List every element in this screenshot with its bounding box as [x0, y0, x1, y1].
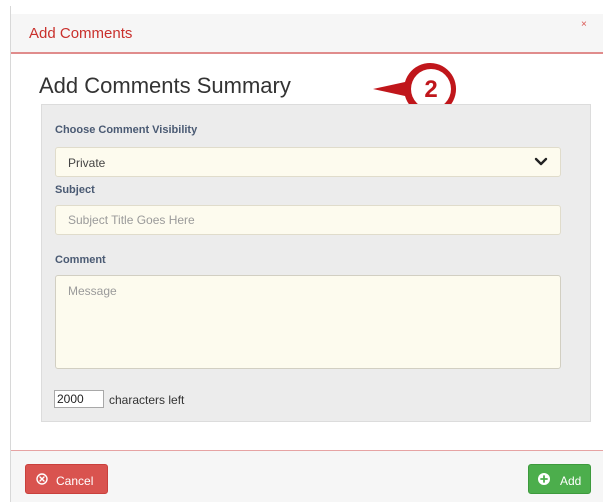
- close-icon[interactable]: ×: [581, 19, 587, 30]
- cancel-button-label: Cancel: [56, 474, 94, 488]
- add-button[interactable]: Add: [528, 464, 591, 494]
- characters-left-count: [54, 390, 104, 408]
- cancel-circle-icon: [36, 473, 48, 485]
- visibility-select[interactable]: Private: [55, 147, 561, 177]
- cancel-button[interactable]: Cancel: [25, 464, 108, 494]
- page-title: Add Comments Summary: [39, 73, 291, 98]
- step-number: 2: [424, 76, 437, 103]
- subject-label: Subject: [55, 184, 95, 196]
- plus-circle-icon: [538, 473, 550, 485]
- add-button-label: Add: [560, 474, 582, 488]
- chevron-down-icon: [534, 157, 548, 166]
- add-comments-modal: Add Comments × Add Comments Summary 2 Ch…: [10, 6, 603, 502]
- subject-input[interactable]: [55, 205, 561, 235]
- visibility-selected-value: Private: [68, 156, 106, 170]
- comment-textarea[interactable]: [55, 275, 561, 369]
- characters-left-label: characters left: [109, 393, 185, 407]
- modal-title: Add Comments: [29, 25, 133, 42]
- visibility-label: Choose Comment Visibility: [55, 124, 198, 136]
- comment-label: Comment: [55, 254, 106, 266]
